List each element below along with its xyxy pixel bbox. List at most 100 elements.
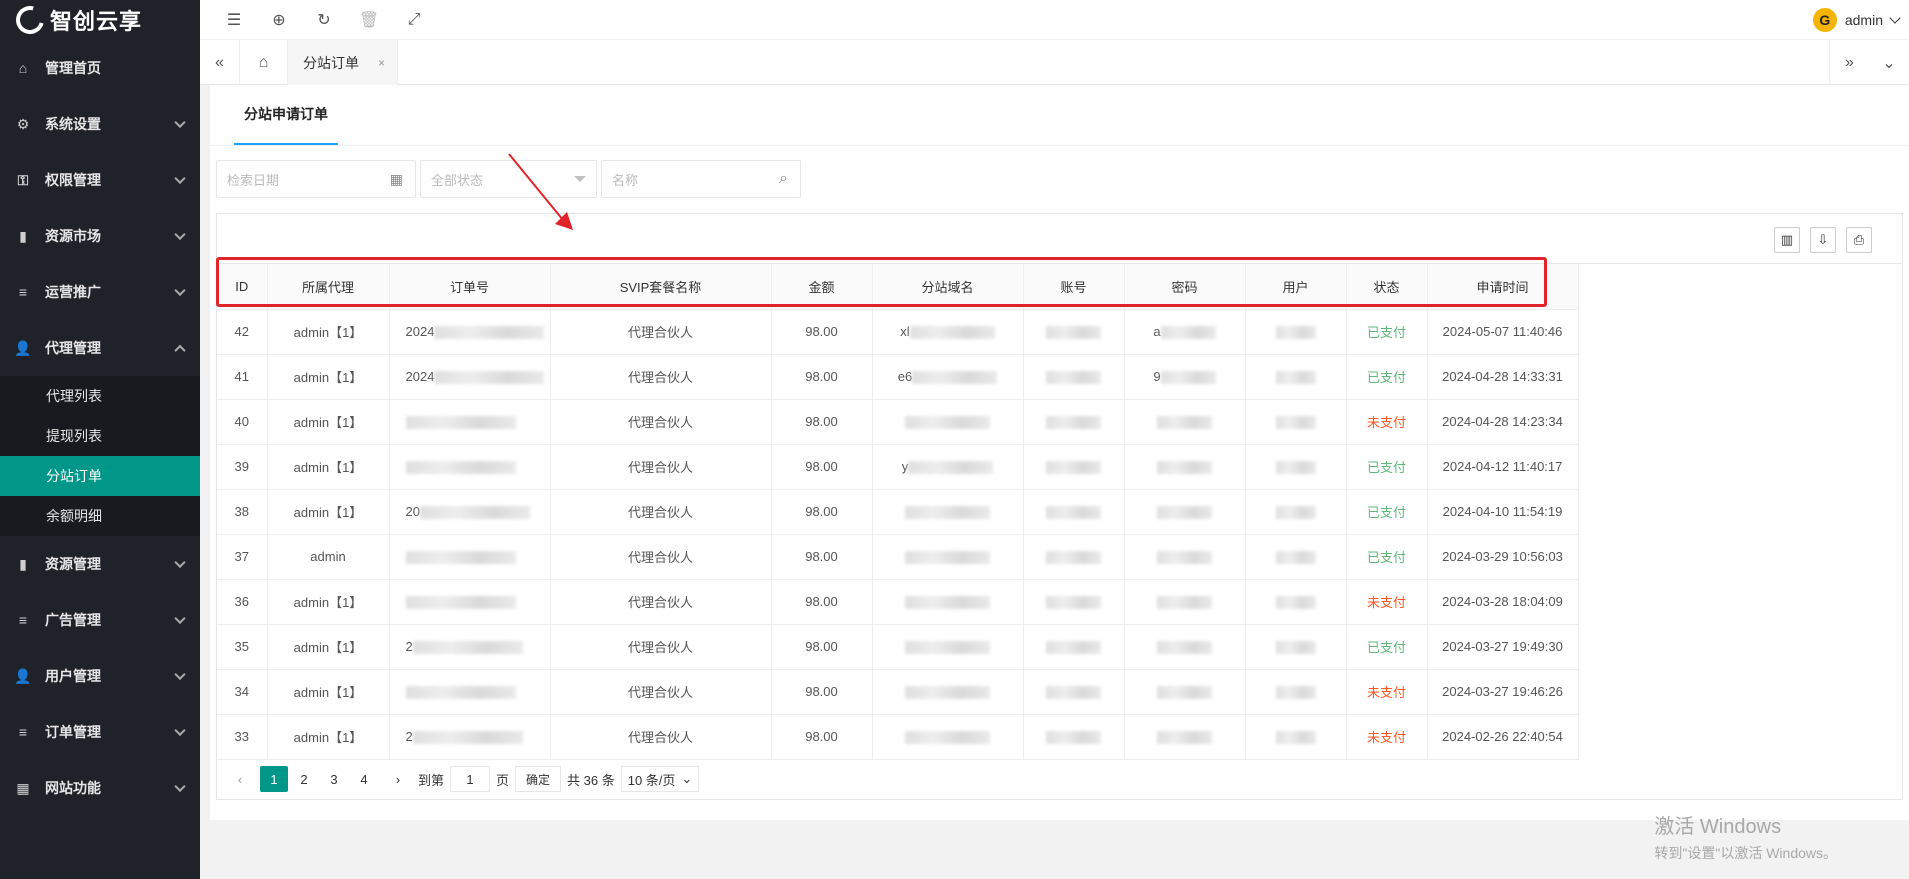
page-button[interactable]: 3 <box>320 766 348 792</box>
submenu-item-1[interactable]: 提现列表 <box>0 416 200 456</box>
cell-amount: 98.00 <box>771 669 873 715</box>
avatar: G <box>1812 8 1837 32</box>
sidebar-item-label: 订单管理 <box>45 724 101 740</box>
table-row: 34 admin【1】 代理合伙人 98.00 未支付 2024-03-27 19:46:… <box>217 669 1579 715</box>
chevron-down-icon <box>174 668 186 681</box>
cell-agent: admin【1】 <box>267 354 390 400</box>
sidebar-item-3[interactable]: ▮ 资源市场 <box>0 208 200 264</box>
prev-page-icon[interactable]: ‹ <box>226 766 254 792</box>
column-header[interactable]: 状态 <box>1346 264 1428 310</box>
tabs-scroll-left-icon[interactable]: « <box>200 40 240 85</box>
table-toolbar: ▥ ⇩ ⎙ <box>217 214 1902 264</box>
status-select[interactable]: 全部状态 <box>420 160 597 198</box>
sidebar-item-7[interactable]: ≡ 广告管理 <box>0 592 200 648</box>
table-row: 42 admin【1】 2024 代理合伙人 98.00 xl a 已支付 2024-05-07… <box>217 309 1579 355</box>
redacted-value <box>1160 326 1216 340</box>
cell-order <box>389 579 551 625</box>
cell-id: 37 <box>217 534 268 580</box>
column-header[interactable]: 所属代理 <box>267 264 390 310</box>
column-header[interactable]: 用户 <box>1245 264 1347 310</box>
column-header[interactable]: 金额 <box>771 264 873 310</box>
submenu-item-0[interactable]: 代理列表 <box>0 376 200 416</box>
column-header[interactable]: ID <box>217 264 268 310</box>
cell-amount: 98.00 <box>771 624 873 670</box>
sidebar-item-9[interactable]: ≡ 订单管理 <box>0 704 200 760</box>
export-icon[interactable]: ⇩ <box>1810 227 1836 253</box>
status-placeholder: 全部状态 <box>431 172 484 188</box>
cell-id: 33 <box>217 714 268 760</box>
column-header[interactable]: 账号 <box>1023 264 1125 310</box>
trash-icon[interactable]: 🗑 <box>359 10 379 30</box>
menu-collapse-icon[interactable]: ☰ <box>224 10 244 30</box>
redacted-value <box>405 551 516 565</box>
tab-current[interactable]: 分站订单 × <box>288 40 398 85</box>
column-header[interactable]: 申请时间 <box>1427 264 1579 310</box>
panel-tab-orders[interactable]: 分站申请订单 <box>234 85 338 145</box>
fullscreen-icon[interactable]: ⤢ <box>404 10 424 30</box>
page-button[interactable]: 4 <box>350 766 378 792</box>
column-header[interactable]: SVIP套餐名称 <box>550 264 772 310</box>
globe-icon[interactable]: ⊕ <box>269 10 289 30</box>
cell-password <box>1124 579 1246 625</box>
sidebar-item-1[interactable]: ⚙ 系统设置 <box>0 96 200 152</box>
cell-order: 20 <box>389 489 551 535</box>
page-button[interactable]: 2 <box>290 766 318 792</box>
cell-id: 38 <box>217 489 268 535</box>
cell-id: 34 <box>217 669 268 715</box>
tab-bar: « ⌂ 分站订单 × » ⌄ <box>200 40 1909 85</box>
user-menu[interactable]: G admin <box>1812 8 1901 32</box>
column-filter-icon[interactable]: ▥ <box>1774 227 1800 253</box>
sidebar-item-6[interactable]: ▮ 资源管理 <box>0 536 200 592</box>
page-button[interactable]: 1 <box>260 766 288 792</box>
cell-account <box>1023 399 1125 445</box>
goto-page-input[interactable]: 1 <box>450 766 491 792</box>
close-icon[interactable]: × <box>378 56 385 70</box>
cell-domain <box>872 399 1024 445</box>
chevron-down-icon <box>174 556 186 569</box>
redacted-value <box>405 596 516 610</box>
name-search-input[interactable]: 名称 ⌕ <box>601 160 801 198</box>
cell-status: 已支付 <box>1346 354 1428 400</box>
chevron-down-icon <box>174 724 186 737</box>
tabs-scroll-right-icon[interactable]: » <box>1829 40 1869 85</box>
table-row: 38 admin【1】 20 代理合伙人 98.00 已支付 2024-04-10 11:5… <box>217 489 1579 535</box>
sidebar-item-2[interactable]: ⚿ 权限管理 <box>0 152 200 208</box>
cell-password <box>1124 489 1246 535</box>
next-page-icon[interactable]: › <box>384 766 412 792</box>
list-icon: ≡ <box>18 724 28 740</box>
table-row: 40 admin【1】 代理合伙人 98.00 未支付 2024-04-28 14:23:… <box>217 399 1579 445</box>
windows-activation-watermark: 激活 Windows 转到"设置"以激活 Windows。 <box>1654 810 1837 863</box>
sidebar-item-5[interactable]: 👤 代理管理 <box>0 320 200 376</box>
column-header[interactable]: 订单号 <box>389 264 551 310</box>
date-search-input[interactable]: 检索日期 ▦ <box>216 160 416 198</box>
redacted-value <box>434 371 545 385</box>
dropdown-arrow-icon <box>574 176 586 182</box>
cell-domain <box>872 669 1024 715</box>
submenu-item-2[interactable]: 分站订单 <box>0 456 200 496</box>
page-size-select[interactable]: 10 条/页 ⌄ <box>620 766 700 792</box>
redacted-value <box>405 416 516 430</box>
submenu-item-3[interactable]: 余额明细 <box>0 496 200 536</box>
search-icon[interactable]: ⌕ <box>779 170 788 188</box>
redacted-value <box>912 371 998 385</box>
sidebar-item-0[interactable]: ⌂ 管理首页 <box>0 40 200 96</box>
sidebar-item-8[interactable]: 👤 用户管理 <box>0 648 200 704</box>
print-icon[interactable]: ⎙ <box>1846 227 1872 253</box>
home-tab-icon[interactable]: ⌂ <box>240 40 288 85</box>
sidebar-item-4[interactable]: ≡ 运营推广 <box>0 264 200 320</box>
cell-plan: 代理合伙人 <box>550 624 772 670</box>
cell-order: 2024 <box>389 354 551 400</box>
table-row: 35 admin【1】 2 代理合伙人 98.00 已支付 2024-03-27 19:49… <box>217 624 1579 670</box>
sidebar-item-10[interactable]: ▦ 网站功能 <box>0 760 200 816</box>
redacted-value <box>908 461 994 475</box>
goto-confirm-button[interactable]: 确定 <box>515 766 562 792</box>
tabs-dropdown-chevron-icon[interactable]: ⌄ <box>1869 40 1909 85</box>
refresh-icon[interactable]: ↻ <box>314 10 334 30</box>
logo[interactable]: 智创云享 <box>0 0 200 40</box>
cell-time: 2024-04-12 11:40:17 <box>1427 444 1579 490</box>
cell-id: 35 <box>217 624 268 670</box>
cell-order <box>389 534 551 580</box>
column-header[interactable]: 密码 <box>1124 264 1246 310</box>
cell-status: 已支付 <box>1346 534 1428 580</box>
column-header[interactable]: 分站域名 <box>872 264 1024 310</box>
